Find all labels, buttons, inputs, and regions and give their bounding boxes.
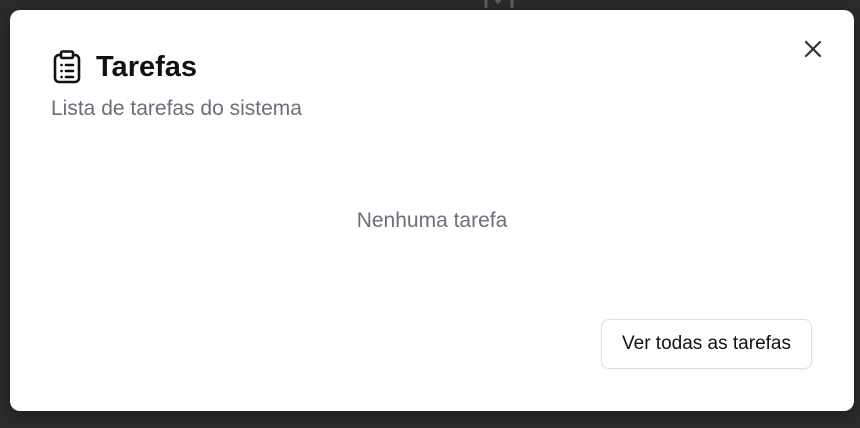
close-button[interactable] [800, 38, 826, 64]
dialog-header: Tarefas [52, 50, 197, 84]
tasks-dialog: Tarefas Lista de tarefas do sistema Nenh… [10, 10, 854, 411]
dialog-title: Tarefas [96, 51, 198, 83]
dialog-subtitle: Lista de tarefas do sistema [51, 97, 302, 120]
clipboard-list-icon [52, 50, 82, 84]
empty-state-message: Nenhuma tarefa [356, 209, 508, 232]
view-all-tasks-button[interactable]: Ver todas as tarefas [601, 319, 812, 369]
close-icon [803, 39, 823, 64]
